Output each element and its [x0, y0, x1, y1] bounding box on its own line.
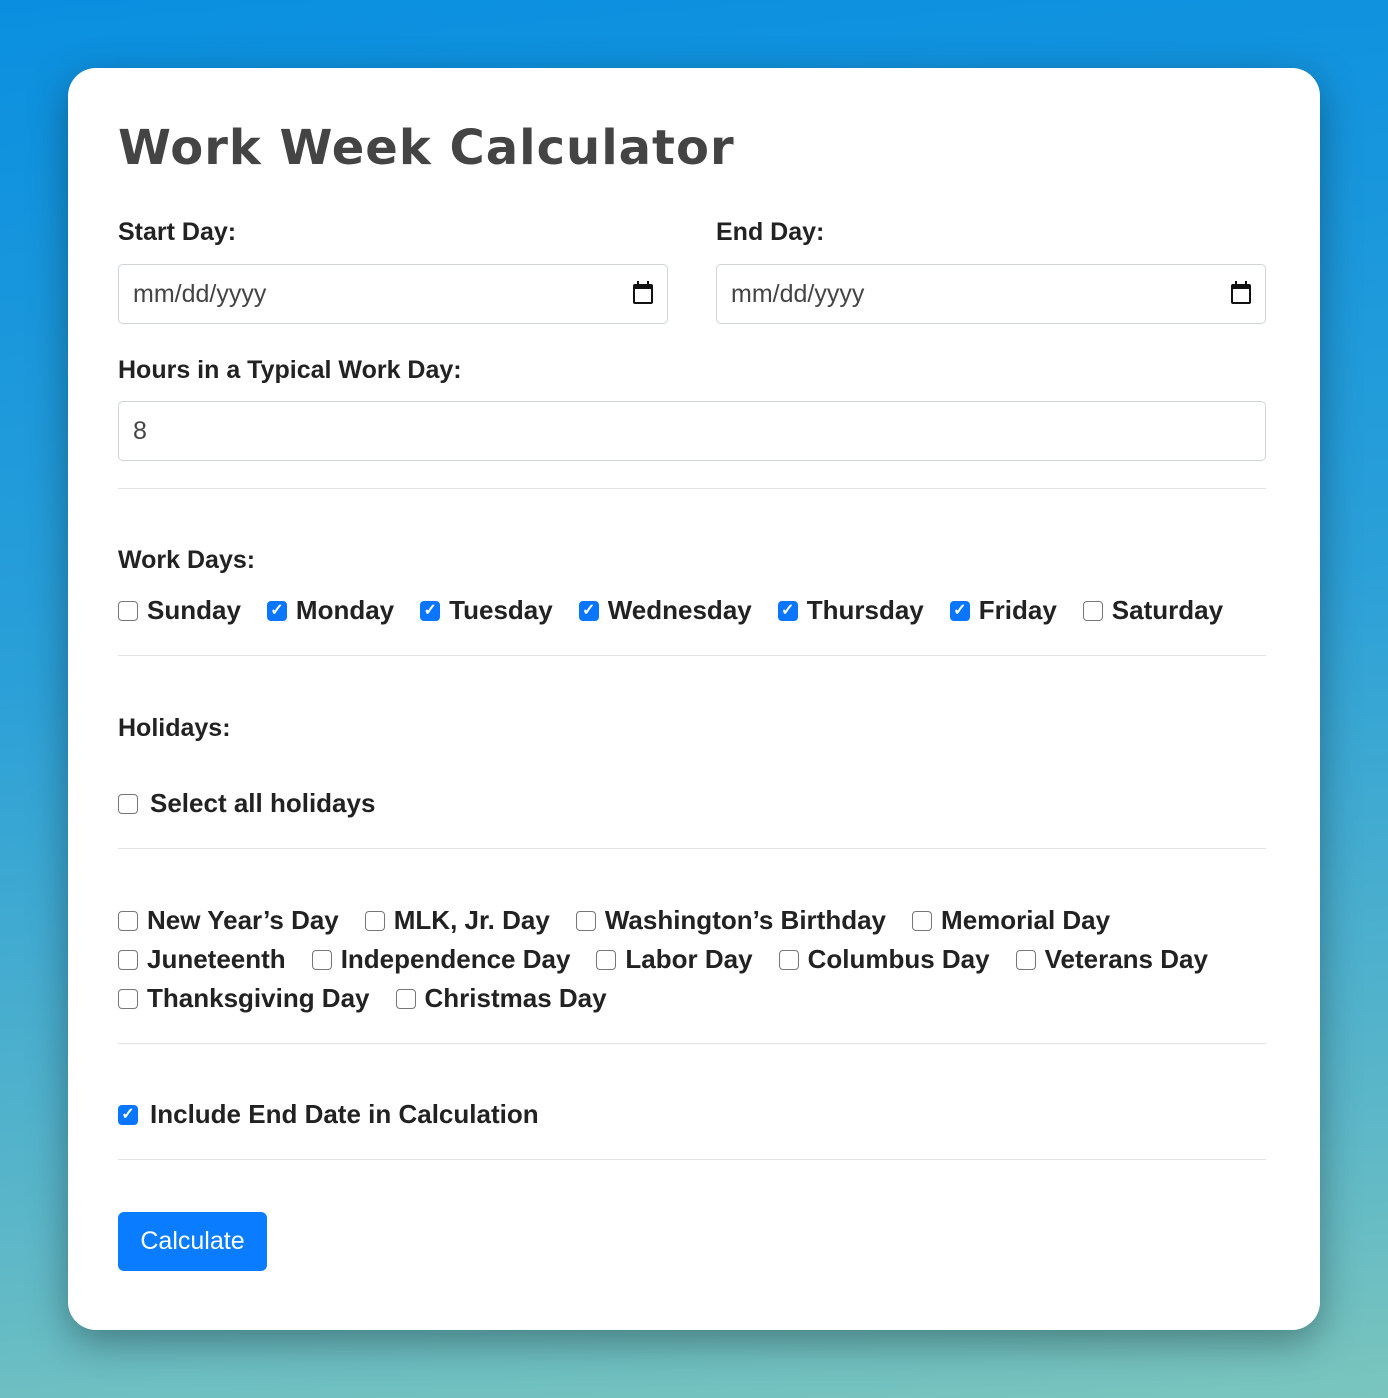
include-end-date-checkbox[interactable] — [118, 1104, 138, 1125]
checkbox-label: Columbus Day — [807, 944, 990, 974]
start-day-label: Start Day: — [118, 218, 237, 246]
calendar-icon[interactable] — [633, 281, 653, 304]
holidays-label: Holidays: — [118, 714, 231, 742]
select-all-label: Select all holidays — [150, 788, 376, 818]
checkbox-label: Veterans Day — [1044, 944, 1208, 974]
holiday-item[interactable]: Columbus Day — [778, 944, 990, 975]
checkbox[interactable] — [118, 910, 138, 931]
holiday-row: New Year’s Day MLK, Jr. Day Washington’s B… — [118, 905, 1136, 936]
end-day-placeholder: mm/dd/yyyy — [731, 279, 865, 308]
end-day-label: End Day: — [716, 218, 825, 246]
checkbox-label: Christmas Day — [424, 983, 607, 1013]
holiday-item[interactable]: New Year’s Day — [118, 905, 339, 936]
checkbox-label: Juneteenth — [147, 944, 286, 974]
checkbox-label: Labor Day — [625, 944, 753, 974]
holiday-item[interactable]: Independence Day — [311, 944, 571, 975]
checkbox[interactable] — [420, 600, 441, 621]
checkbox[interactable] — [578, 600, 599, 621]
checkbox-label: Saturday — [1111, 595, 1224, 625]
holiday-item[interactable]: Memorial Day — [912, 905, 1110, 936]
hours-value: 8 — [133, 416, 147, 445]
checkbox-label: New Year’s Day — [147, 905, 339, 935]
divider — [118, 1159, 1266, 1160]
holiday-item[interactable]: Labor Day — [596, 944, 753, 975]
checkbox-label: Thursday — [806, 595, 924, 625]
checkbox-label: Thanksgiving Day — [147, 983, 370, 1013]
checkbox[interactable] — [311, 949, 332, 970]
holiday-item[interactable]: Christmas Day — [395, 983, 607, 1014]
workday-thursday[interactable]: Thursday — [777, 595, 924, 626]
checkbox[interactable] — [118, 600, 138, 621]
checkbox[interactable] — [118, 949, 138, 970]
checkbox-label: Independence Day — [340, 944, 571, 974]
holiday-item[interactable]: Thanksgiving Day — [118, 983, 370, 1014]
holiday-row: Thanksgiving Day Christmas Day — [118, 983, 633, 1014]
divider — [118, 655, 1266, 656]
select-all-checkbox[interactable] — [118, 793, 138, 814]
start-day-placeholder: mm/dd/yyyy — [133, 279, 267, 308]
workday-tuesday[interactable]: Tuesday — [420, 595, 553, 626]
divider — [118, 488, 1266, 489]
checkbox[interactable] — [364, 910, 385, 931]
checkbox-label: Memorial Day — [941, 905, 1111, 935]
include-end-date[interactable]: Include End Date in Calculation — [118, 1099, 539, 1130]
checkbox-label: Tuesday — [449, 595, 553, 625]
checkbox[interactable] — [575, 910, 596, 931]
checkbox[interactable] — [949, 600, 970, 621]
end-day-input[interactable]: mm/dd/yyyy — [716, 264, 1266, 324]
select-all-holidays[interactable]: Select all holidays — [118, 788, 375, 819]
work-days-group: Sunday Monday Tuesday Wednesday Thursday Frid… — [118, 595, 1249, 626]
holiday-item[interactable]: Washington’s Birthday — [575, 905, 887, 936]
divider — [118, 848, 1266, 849]
checkbox[interactable] — [596, 949, 617, 970]
divider — [118, 1043, 1266, 1044]
checkbox-label: Friday — [978, 595, 1057, 625]
workday-friday[interactable]: Friday — [949, 595, 1057, 626]
checkbox[interactable] — [395, 988, 416, 1009]
workday-saturday[interactable]: Saturday — [1082, 595, 1224, 626]
include-end-date-label: Include End Date in Calculation — [150, 1099, 539, 1129]
checkbox[interactable] — [1015, 949, 1036, 970]
checkbox[interactable] — [778, 949, 799, 970]
work-days-label: Work Days: — [118, 546, 256, 574]
holiday-item[interactable]: MLK, Jr. Day — [364, 905, 550, 936]
checkbox-label: Washington’s Birthday — [604, 905, 887, 935]
checkbox-label: Wednesday — [607, 595, 752, 625]
calculate-button[interactable]: Calculate — [118, 1212, 267, 1271]
workday-wednesday[interactable]: Wednesday — [578, 595, 752, 626]
holiday-row: Juneteenth Independence Day Labor Day Colum… — [118, 944, 1234, 975]
checkbox-label: Monday — [295, 595, 395, 625]
workday-sunday[interactable]: Sunday — [118, 595, 241, 626]
checkbox[interactable] — [777, 600, 798, 621]
start-day-input[interactable]: mm/dd/yyyy — [118, 264, 668, 324]
calendar-icon[interactable] — [1231, 281, 1251, 304]
hours-label: Hours in a Typical Work Day: — [118, 356, 462, 384]
checkbox-label: Sunday — [147, 595, 241, 625]
checkbox[interactable] — [912, 910, 933, 931]
holiday-item[interactable]: Veterans Day — [1015, 944, 1208, 975]
holiday-item[interactable]: Juneteenth — [118, 944, 286, 975]
page-title: Work Week Calculator — [118, 120, 735, 176]
checkbox[interactable] — [1082, 600, 1103, 621]
calculator-card: Work Week Calculator Start Day: mm/dd/yy… — [68, 68, 1320, 1330]
checkbox[interactable] — [118, 988, 138, 1009]
checkbox[interactable] — [266, 600, 287, 621]
checkbox-label: MLK, Jr. Day — [393, 905, 550, 935]
workday-monday[interactable]: Monday — [266, 595, 395, 626]
hours-input[interactable]: 8 — [118, 401, 1266, 461]
